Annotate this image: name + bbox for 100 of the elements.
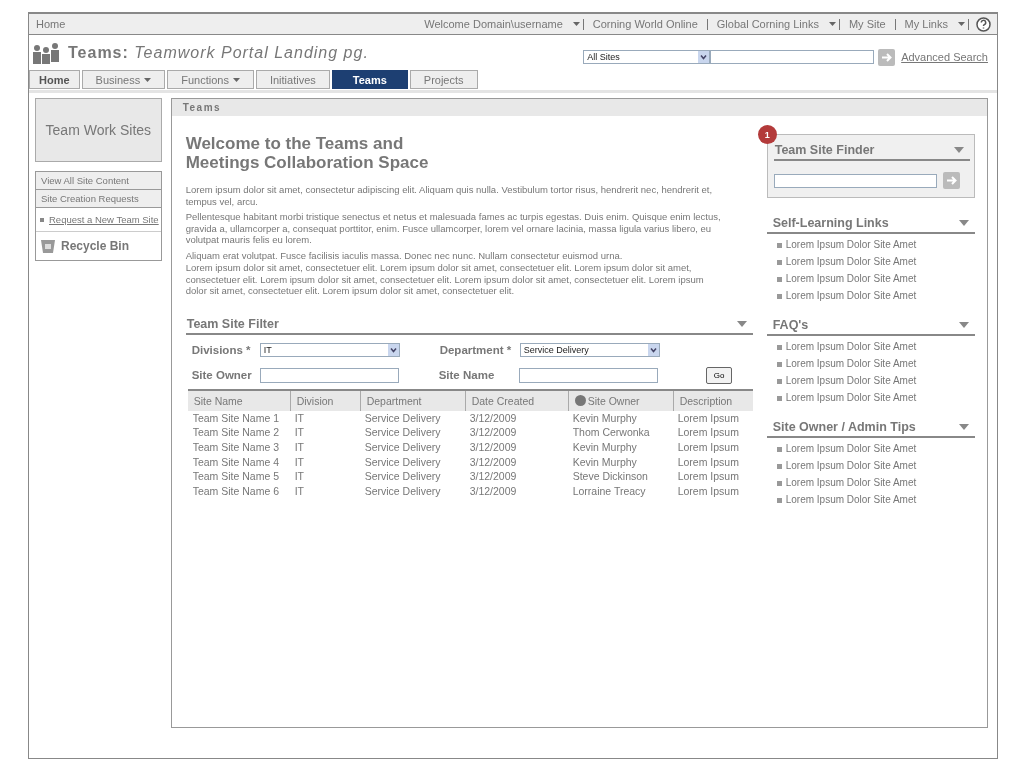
annotation-badge: 1: [757, 125, 777, 144]
collapse-icon[interactable]: [953, 147, 964, 153]
new-team-site-link[interactable]: Request a New Team Site: [49, 214, 159, 225]
resource-link[interactable]: Lorem Ipsum Dolor Site Amet: [785, 341, 917, 353]
table-cell-text: Team Site Name 2: [191, 425, 281, 440]
resource-link[interactable]: Lorem Ipsum Dolor Site Amet: [785, 477, 917, 489]
table-cell-text: 3/12/2009: [468, 454, 518, 470]
go-button[interactable]: Go: [705, 366, 733, 384]
resource-link[interactable]: Lorem Ipsum Dolor Site Amet: [785, 443, 917, 455]
site-owner-field[interactable]: [259, 367, 399, 383]
column-header[interactable]: Site Owner: [587, 394, 640, 407]
resource-link[interactable]: Lorem Ipsum Dolor Site Amet: [785, 290, 917, 302]
resource-link[interactable]: Lorem Ipsum Dolor Site Amet: [785, 256, 917, 268]
section-heading: Site Owner / Admin Tips: [772, 420, 916, 434]
table-cell-text: Lorraine Treacy: [571, 484, 647, 499]
nav-tab[interactable]: Teams: [331, 70, 408, 89]
body-paragraph: Lorem ipsum dolor sit amet, consectetuer elit. Lorem ipsum dolor sit amet, consectetuer elit. Lorem ipsum dolor sit amet, consectetuer elit. Lorem ipsum dolor sit amet, consectetuer elit. Lorem ipsum dolor sit amet, consectetuer elit. Lorem ipsum dolor sit amet, consectetuer elit. Lorem ipsum dolor sit amet, consectetuer elit.: [185, 262, 705, 297]
table-cell-text: Team Site Name 3: [191, 439, 281, 455]
nav-tab[interactable]: Home: [29, 70, 80, 89]
help-icon[interactable]: [976, 16, 991, 32]
table-cell-text: Service Delivery: [363, 410, 442, 426]
table-cell-text: IT: [293, 439, 305, 455]
table-cell-text: Service Delivery: [363, 425, 442, 440]
table-cell-text: Kevin Murphy: [571, 410, 638, 426]
bullet-icon: [40, 217, 44, 222]
table-cell-text: Lorem Ipsum: [676, 469, 740, 484]
nav-tab[interactable]: Initiatives: [255, 70, 330, 89]
site-name-field[interactable]: [518, 367, 658, 383]
column-header[interactable]: Department: [366, 394, 422, 407]
bullet-icon: [776, 395, 782, 401]
search-field[interactable]: [710, 50, 875, 64]
table-cell-text: 3/12/2009: [468, 469, 518, 484]
table-cell-text: Service Delivery: [363, 469, 442, 484]
section-heading: FAQ's: [772, 318, 809, 332]
top-link[interactable]: My Site: [842, 18, 892, 30]
trash-icon: [40, 238, 56, 254]
finder-field[interactable]: [773, 173, 937, 188]
table-cell-text: Lorem Ipsum: [676, 439, 740, 455]
table-cell-text: Lorem Ipsum: [676, 484, 740, 499]
top-link[interactable]: Welcome Domain\username: [418, 18, 569, 30]
table-cell-text: Lorem Ipsum: [676, 454, 740, 470]
collapse-icon[interactable]: [736, 320, 747, 327]
table-cell-text: Team Site Name 5: [191, 469, 281, 484]
divisions-dropdown[interactable]: IT: [259, 342, 400, 357]
top-link[interactable]: My Links: [898, 18, 954, 30]
table-cell-text: Team Site Name 4: [191, 454, 281, 470]
caret-icon[interactable]: [572, 22, 580, 26]
resource-link[interactable]: Lorem Ipsum Dolor Site Amet: [785, 375, 917, 387]
welcome-heading: Welcome to the Teams and Meetings Collaboration Space: [185, 134, 430, 172]
advanced-search-link[interactable]: Advanced Search: [901, 51, 988, 63]
caret-icon[interactable]: [958, 22, 965, 26]
table-cell-text: Team Site Name 1: [191, 410, 281, 426]
column-header[interactable]: Division: [296, 394, 334, 407]
table-cell-text: Kevin Murphy: [571, 454, 638, 470]
sidebar-item[interactable]: Site Creation Requests: [36, 190, 161, 208]
page-title: Teams: Teamwork Portal Landing pg.: [68, 44, 369, 62]
resource-link[interactable]: Lorem Ipsum Dolor Site Amet: [785, 392, 917, 404]
resource-link[interactable]: Lorem Ipsum Dolor Site Amet: [785, 494, 917, 506]
caret-icon[interactable]: [828, 22, 836, 26]
table-cell-text: IT: [293, 410, 305, 426]
finder-heading: Team Site Finder: [774, 143, 875, 157]
table-cell-text: IT: [293, 484, 305, 499]
resource-link[interactable]: Lorem Ipsum Dolor Site Amet: [785, 358, 917, 370]
top-link[interactable]: Global Corning Links: [710, 18, 825, 30]
table-cell-text: Lorem Ipsum: [676, 410, 740, 426]
column-header[interactable]: Description: [679, 394, 733, 407]
nav-tab[interactable]: Projects: [409, 70, 478, 89]
nav-tab[interactable]: Functions: [167, 70, 254, 89]
resource-link[interactable]: Lorem Ipsum Dolor Site Amet: [785, 273, 917, 285]
filter-heading: Team Site Filter: [186, 316, 279, 331]
sidebar-item[interactable]: View All Site Content: [36, 172, 161, 190]
nav-tab[interactable]: Business: [81, 70, 166, 89]
recycle-bin-link[interactable]: Recycle Bin: [61, 239, 130, 253]
table-cell-text: 3/12/2009: [468, 439, 518, 455]
bullet-icon: [776, 446, 782, 452]
field-label: Divisions *: [191, 343, 252, 356]
scope-dropdown[interactable]: All Sites: [583, 50, 711, 64]
home-link[interactable]: Home: [36, 18, 66, 30]
bullet-icon: [776, 480, 782, 486]
collapse-icon[interactable]: [958, 322, 969, 328]
column-header[interactable]: Date Created: [471, 394, 535, 407]
table-cell-text: Service Delivery: [363, 454, 442, 470]
panel-title: Teams: [171, 99, 987, 116]
resource-link[interactable]: Lorem Ipsum Dolor Site Amet: [785, 460, 917, 472]
resource-link[interactable]: Lorem Ipsum Dolor Site Amet: [785, 239, 917, 251]
body-paragraph: Aliquam erat volutpat. Fusce facilisis iaculis massa. Donec nec nunc. Nullam consectetur euismod urna.: [185, 249, 624, 261]
dropdown-arrow-icon[interactable]: [698, 51, 710, 63]
collapse-icon[interactable]: [958, 220, 969, 226]
body-paragraph: Lorem ipsum dolor sit amet, consectetur adipiscing elit. Aliquam quis nulla. Vestibulum tortor risus, hendrerit nec, hendrerit et, tempus vel, arcu.: [185, 184, 714, 207]
sort-icon[interactable]: [574, 395, 586, 406]
table-cell-text: IT: [293, 469, 305, 484]
top-link[interactable]: Corning World Online: [586, 18, 704, 30]
field-label: Site Name: [438, 369, 496, 381]
bullet-icon: [776, 276, 782, 282]
column-header[interactable]: Site Name: [193, 394, 243, 407]
table-cell-text: 3/12/2009: [468, 410, 518, 426]
collapse-icon[interactable]: [958, 424, 969, 430]
bullet-icon: [776, 378, 782, 384]
table-cell-text: Kevin Murphy: [571, 439, 638, 455]
department-dropdown[interactable]: Service Delivery: [519, 342, 660, 357]
